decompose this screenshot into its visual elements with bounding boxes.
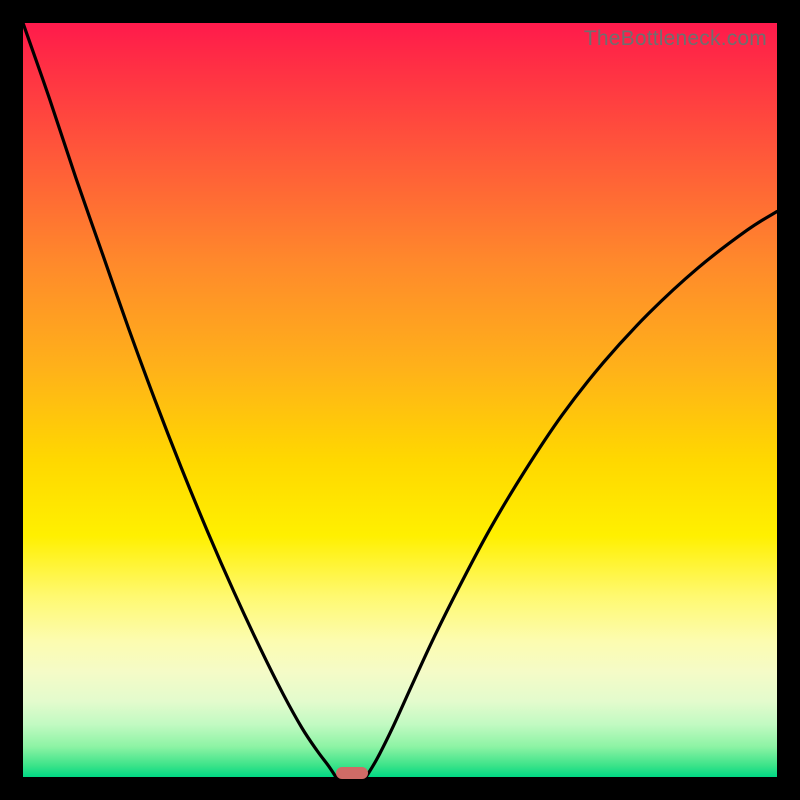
right-curve xyxy=(366,212,777,778)
plot-area: TheBottleneck.com xyxy=(23,23,777,777)
left-curve xyxy=(23,23,336,777)
curves-svg xyxy=(23,23,777,777)
chart-frame: TheBottleneck.com xyxy=(0,0,800,800)
minimum-marker xyxy=(336,767,368,779)
